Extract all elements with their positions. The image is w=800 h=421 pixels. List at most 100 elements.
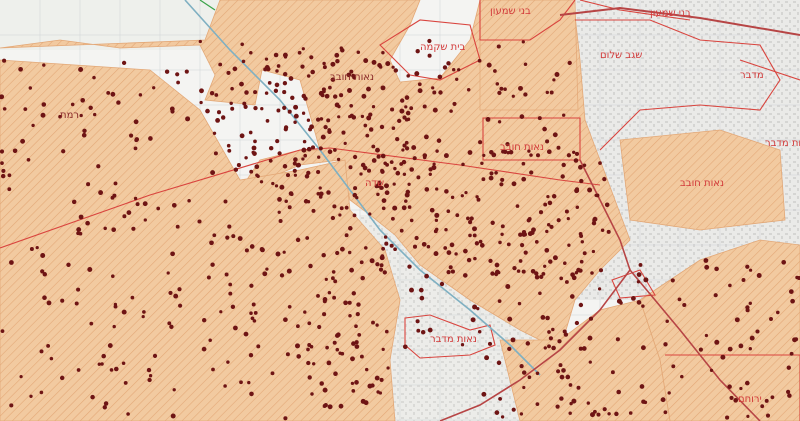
dot-marker <box>409 106 414 111</box>
dot-marker <box>301 147 307 153</box>
dot-marker <box>606 229 611 234</box>
dot-marker <box>295 237 301 243</box>
dot-marker <box>446 269 451 275</box>
dot-marker <box>643 277 649 283</box>
dot-marker <box>241 59 246 64</box>
dot-marker <box>293 104 299 110</box>
dot-marker <box>470 317 476 323</box>
dot-marker <box>265 119 270 123</box>
dot-marker <box>427 53 432 58</box>
dot-marker <box>211 367 215 372</box>
dot-marker <box>103 226 107 231</box>
dot-marker <box>455 77 459 81</box>
dot-marker <box>60 298 65 303</box>
dot-marker <box>293 120 297 124</box>
dot-marker <box>308 263 313 269</box>
dot-marker <box>59 375 65 381</box>
dot-marker <box>283 125 289 130</box>
dot-marker <box>282 71 288 77</box>
dot-marker <box>71 199 77 205</box>
dot-marker <box>290 192 294 197</box>
dot-marker <box>339 206 344 211</box>
dot-marker <box>311 208 316 213</box>
dot-marker <box>322 312 327 317</box>
dot-marker <box>559 276 564 281</box>
dot-marker <box>130 295 135 300</box>
dot-marker <box>303 153 308 158</box>
dot-marker <box>486 62 492 68</box>
map-canvas[interactable]: בני שמעון בית שקמה בני שמעון שגב שלום נא… <box>0 0 800 421</box>
dot-marker <box>748 347 752 351</box>
dot-marker <box>378 391 383 395</box>
dot-marker <box>579 234 584 238</box>
dot-marker <box>199 100 203 105</box>
dot-marker <box>76 227 82 233</box>
dot-marker <box>282 105 287 111</box>
dot-marker <box>263 67 268 72</box>
dot-marker <box>519 363 524 369</box>
dot-marker <box>283 317 288 323</box>
dot-marker <box>152 353 158 358</box>
dot-marker <box>523 92 528 97</box>
dot-marker <box>500 232 504 237</box>
dot-marker <box>286 268 292 274</box>
dot-marker <box>201 346 207 352</box>
dot-marker <box>435 149 439 153</box>
dot-marker <box>619 301 623 305</box>
dot-marker <box>567 243 571 247</box>
dot-marker <box>350 381 355 386</box>
dot-marker <box>360 114 365 119</box>
dot-marker <box>389 243 394 248</box>
dot-marker <box>485 116 491 122</box>
dot-marker <box>352 154 358 160</box>
dot-marker <box>29 394 33 398</box>
dot-marker <box>315 117 321 122</box>
dot-marker <box>276 108 281 113</box>
dot-marker <box>390 216 395 221</box>
map-svg[interactable]: בני שמעון בית שקמה בני שמעון שגב שלום נא… <box>0 0 800 421</box>
dot-marker <box>116 100 121 105</box>
label-right-b: נאות חובב <box>500 142 544 153</box>
dot-marker <box>468 220 473 225</box>
dot-marker <box>614 411 619 417</box>
dot-marker <box>405 110 411 116</box>
dot-marker <box>249 51 253 55</box>
dot-marker <box>81 132 87 138</box>
dot-marker <box>543 346 547 350</box>
dot-marker <box>370 259 375 263</box>
dot-marker <box>558 363 563 368</box>
dot-marker <box>727 384 732 389</box>
dot-marker <box>355 196 359 200</box>
dot-marker <box>172 388 176 392</box>
dot-marker <box>327 129 332 135</box>
dot-marker <box>141 314 145 319</box>
dot-marker <box>437 74 443 80</box>
dot-marker <box>349 113 354 118</box>
dot-marker <box>363 123 368 128</box>
dot-marker <box>424 187 430 192</box>
dot-marker <box>444 189 449 194</box>
dot-marker <box>49 356 54 361</box>
dot-marker <box>277 151 282 156</box>
dot-marker <box>636 272 642 277</box>
dot-marker <box>121 361 126 365</box>
dot-marker <box>152 86 156 90</box>
dot-marker <box>546 194 550 199</box>
dot-marker <box>449 109 453 113</box>
dot-marker <box>7 187 12 192</box>
dot-marker <box>283 416 288 421</box>
dot-marker <box>536 153 540 158</box>
dot-marker <box>478 140 483 145</box>
dot-marker <box>339 93 344 98</box>
dot-marker <box>538 291 542 296</box>
dot-marker <box>402 172 407 176</box>
dot-marker <box>240 42 244 47</box>
dot-marker <box>547 200 553 206</box>
dot-marker <box>549 224 554 229</box>
dot-marker <box>260 247 265 253</box>
dot-marker <box>275 69 279 73</box>
dot-marker <box>219 310 223 314</box>
dot-marker <box>351 341 356 346</box>
dot-marker <box>431 86 435 90</box>
dot-marker <box>61 149 66 154</box>
